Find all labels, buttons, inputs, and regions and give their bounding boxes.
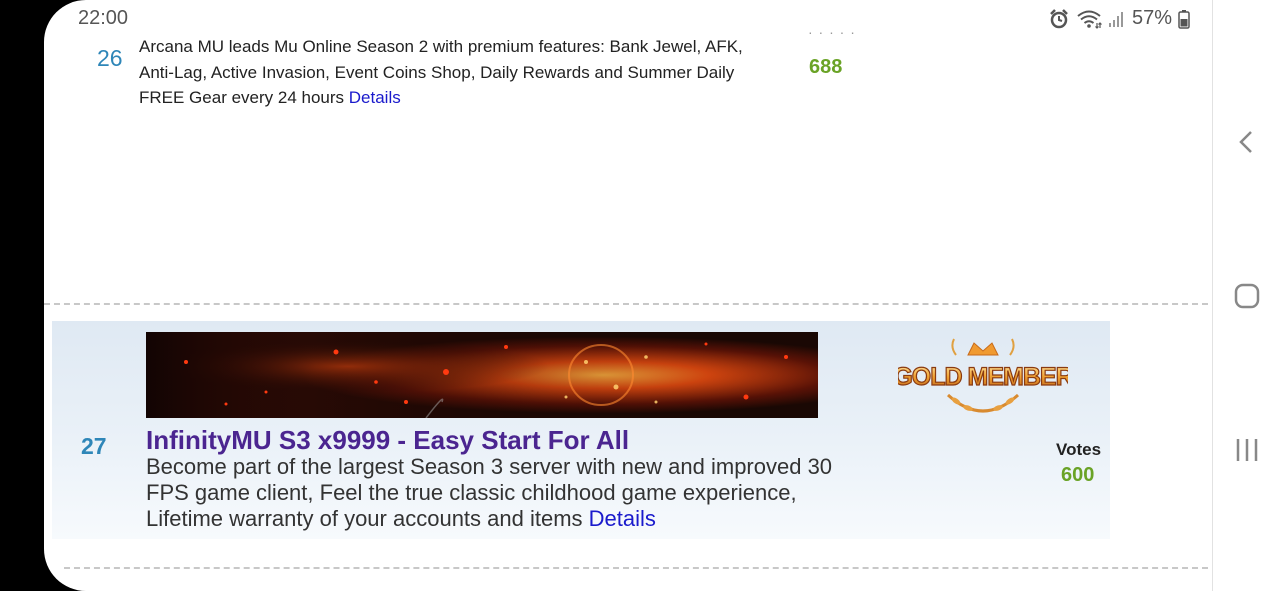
vote-count: 688 [809, 56, 843, 78]
phone-screen: 22:00 57% 26 Arcana MU leads Mu Online S… [44, 0, 1280, 591]
listing-description: Arcana MU leads Mu Online Season 2 with … [139, 34, 759, 111]
home-icon[interactable] [1231, 280, 1263, 312]
divider [44, 303, 1208, 305]
recents-icon[interactable] [1231, 434, 1263, 466]
navigation-bar [1212, 0, 1280, 591]
divider [64, 567, 1208, 569]
listing-description: Become part of the largest Season 3 serv… [146, 454, 846, 532]
votes-label: Votes [1056, 440, 1102, 459]
details-link[interactable]: Details [589, 506, 656, 531]
badge-text: GOLD MEMBER [898, 363, 1068, 391]
details-link[interactable]: Details [349, 88, 401, 107]
rank-number: 26 [97, 45, 123, 71]
rank-number: 27 [81, 433, 107, 459]
server-banner-image[interactable] [146, 332, 818, 418]
description-text: Arcana MU leads Mu Online Season 2 with … [139, 37, 743, 107]
back-icon[interactable] [1231, 126, 1263, 158]
listing-item-featured: 27 InfinityMU S3 x9999 - Easy Start For … [52, 321, 1110, 539]
votes-label-clipped: · · · · · [808, 24, 856, 40]
description-text: Become part of the largest Season 3 serv… [146, 454, 833, 531]
gold-member-badge: GOLD MEMBER [893, 335, 1075, 417]
vote-count: 600 [1061, 464, 1095, 486]
listing-title-link[interactable]: InfinityMU S3 x9999 - Easy Start For All [146, 425, 629, 456]
server-list: 26 Arcana MU leads Mu Online Season 2 wi… [44, 0, 1212, 591]
